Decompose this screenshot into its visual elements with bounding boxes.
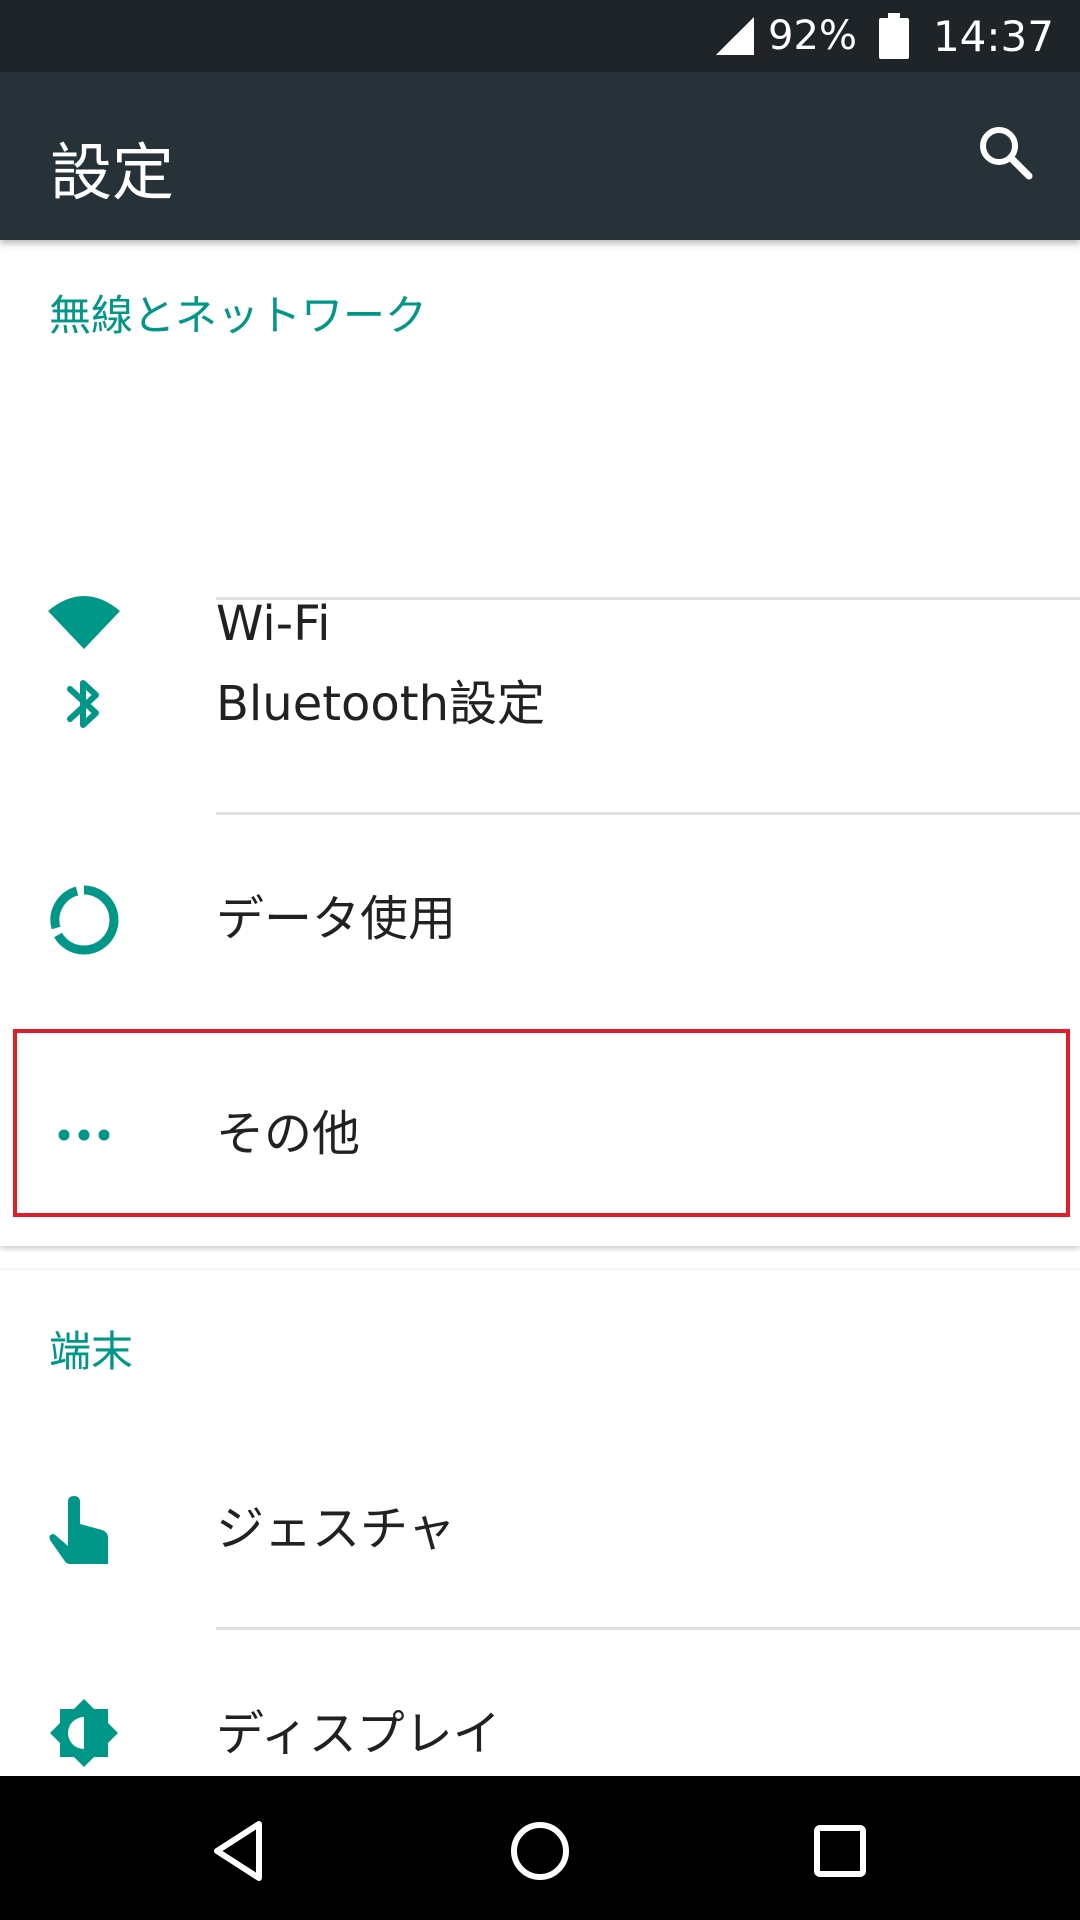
brightness-icon <box>50 1699 118 1767</box>
section-header-device: 端末 <box>49 1327 134 1376</box>
settings-item-more[interactable]: その他 <box>0 1027 1080 1242</box>
settings-item-label: その他 <box>216 1106 361 1162</box>
search-icon[interactable] <box>975 122 1035 182</box>
gesture-icon <box>49 1496 108 1564</box>
battery-percent: 92% <box>768 13 857 59</box>
more-icon <box>58 1129 110 1141</box>
settings-item-label: ジェスチャ <box>216 1501 456 1557</box>
recents-icon[interactable] <box>805 1816 875 1886</box>
settings-item-display[interactable]: ディスプレイ <box>0 1627 1080 1776</box>
settings-item-label: ディスプレイ <box>216 1706 501 1762</box>
settings-list[interactable]: 無線とネットワーク Wi-Fi Bluetooth設定 データ使用 その他 端末… <box>0 240 1080 1776</box>
cell-signal-icon <box>716 17 755 55</box>
page-title: 設定 <box>50 136 175 209</box>
section-header-wireless: 無線とネットワーク <box>49 291 428 340</box>
back-icon[interactable] <box>205 1816 275 1886</box>
settings-item-data-usage[interactable]: データ使用 <box>0 812 1080 1027</box>
status-bar: 92% 14:37 <box>0 0 1080 72</box>
clock: 14:37 <box>932 11 1054 61</box>
battery-icon <box>878 13 909 59</box>
settings-item-label: データ使用 <box>216 891 457 947</box>
settings-item-label: Bluetooth設定 <box>216 676 546 732</box>
bluetooth-icon <box>67 680 99 728</box>
data-usage-icon <box>50 885 119 955</box>
settings-item-gesture[interactable]: ジェスチャ <box>0 1422 1080 1637</box>
app-bar: 設定 <box>0 72 1080 240</box>
nav-bar <box>0 1776 1080 1920</box>
home-icon[interactable] <box>505 1816 575 1886</box>
section-device: 端末 ジェスチャ ディスプレイ <box>0 1270 1080 1776</box>
section-wireless-networks: 無線とネットワーク Wi-Fi Bluetooth設定 データ使用 その他 <box>0 240 1080 1246</box>
settings-item-bluetooth[interactable]: Bluetooth設定 <box>0 597 1080 812</box>
